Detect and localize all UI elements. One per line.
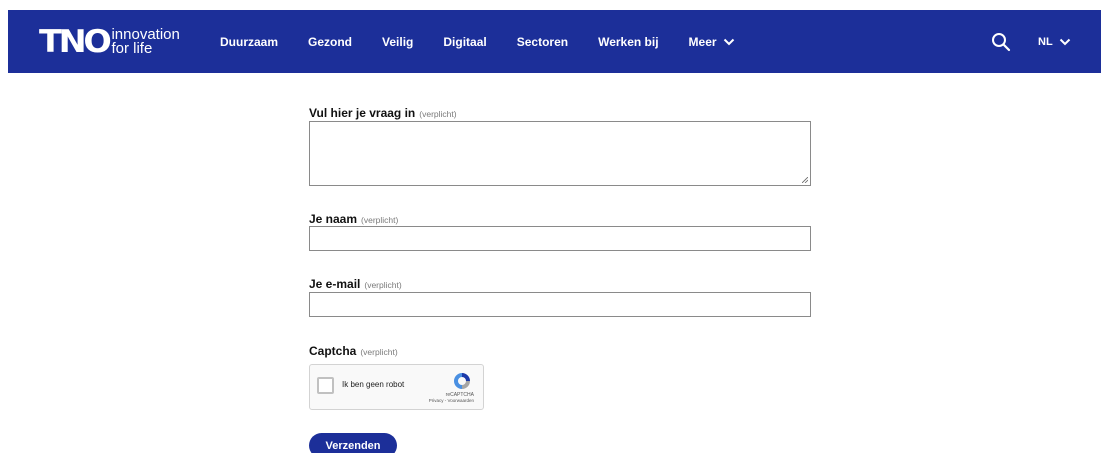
name-label-text: Je naam [309,212,358,226]
nav-item-label: Sectoren [516,34,569,49]
recaptcha-logo-icon [454,373,470,389]
nav-item-label: Veilig [382,34,414,49]
language-label: NL [1038,35,1053,48]
question-label-text: Vul hier je vraag in [309,106,416,120]
nav-item-gezond[interactable]: Gezond [308,35,352,49]
email-label: Je e-mail (verplicht) [309,277,402,292]
submit-button[interactable]: Verzenden [309,433,397,453]
question-label: Vul hier je vraag in (verplicht) [309,106,457,121]
tno-logo[interactable]: TNO innovation for life [39,25,189,59]
recaptcha-widget: Ik ben geen robot reCAPTCHA Privacy - Vo… [309,364,484,410]
nav-item-label: Digitaal [443,34,487,49]
required-note: (verplicht) [361,215,399,225]
logo-tagline: innovation for life [111,27,179,57]
logo-tagline-line2: for life [111,40,153,57]
nav-item-duurzaam[interactable]: Duurzaam [220,35,278,49]
recaptcha-links[interactable]: Privacy - Voorwaarden [310,398,480,403]
nav-item-label: Gezond [308,34,353,49]
nav-item-meer[interactable]: Meer [689,35,735,49]
chevron-down-icon [1059,38,1070,45]
resize-handle-icon[interactable] [802,177,808,183]
main-nav: Duurzaam Gezond Veilig Digitaal Sectoren… [220,10,765,73]
required-note: (verplicht) [419,109,457,119]
nav-item-veilig[interactable]: Veilig [382,35,413,49]
required-note: (verplicht) [364,280,402,290]
captcha-label-text: Captcha [309,344,357,358]
search-icon[interactable] [991,32,1011,52]
nav-item-label: Duurzaam [220,34,279,49]
required-note: (verplicht) [360,347,398,357]
nav-item-sectoren[interactable]: Sectoren [517,35,568,49]
email-label-text: Je e-mail [309,277,361,291]
question-textarea[interactable] [309,121,811,186]
nav-item-label: Werken bij [598,34,659,49]
nav-item-werken-bij[interactable]: Werken bij [598,35,658,49]
captcha-label: Captcha (verplicht) [309,344,398,359]
language-selector[interactable]: NL [1038,10,1071,73]
email-input[interactable] [309,292,811,317]
logo-mark: TNO [39,23,112,60]
name-label: Je naam (verplicht) [309,212,398,227]
chevron-down-icon [723,38,734,45]
recaptcha-checkbox-label: Ik ben geen robot [342,380,405,389]
top-navigation-bar: TNO innovation for life Duurzaam Gezond … [8,10,1101,73]
nav-item-digitaal[interactable]: Digitaal [443,35,486,49]
name-input[interactable] [309,226,811,251]
nav-item-label: Meer [688,34,717,49]
